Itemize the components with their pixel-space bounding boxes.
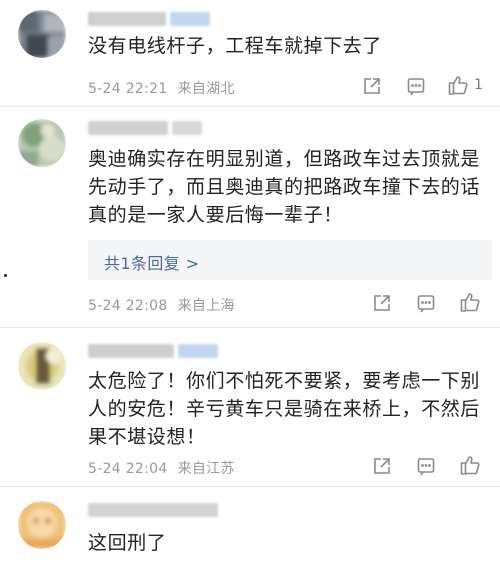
like-count: 1 — [474, 77, 483, 93]
view-replies-link[interactable]: 共1条回复 > — [104, 250, 199, 274]
thumbs-up-icon[interactable] — [458, 290, 482, 314]
comment-meta: 5-24 22:21 来自湖北 — [88, 78, 245, 98]
share-icon[interactable] — [370, 291, 394, 315]
username-redacted — [88, 12, 166, 26]
comment-time: 5-24 22:21 — [88, 81, 168, 97]
user-badge-redacted — [170, 12, 210, 26]
comment-item: 太危险了！你们不怕死不要紧，要考虑一下别人的安危！辛亏黄车只是骑在来桥上，不然后… — [0, 328, 500, 486]
comment-meta: 5-24 22:04 来自江苏 — [88, 458, 245, 478]
comment-time: 5-24 22:08 — [88, 298, 168, 314]
username-redacted — [88, 121, 168, 135]
comment-location: 来自江苏 — [177, 461, 235, 477]
stray-mark — [4, 274, 7, 277]
user-badge-redacted — [178, 344, 218, 358]
share-icon[interactable] — [370, 454, 394, 478]
comment-time: 5-24 22:04 — [88, 461, 168, 477]
share-icon[interactable] — [360, 74, 384, 98]
avatar[interactable] — [18, 501, 66, 549]
comment-item: 奥迪确实存在明显别道，但路政车过去顶就是先动手了，而且奥迪真的把路政车撞下去的话… — [0, 107, 500, 327]
comment-location: 来自湖北 — [177, 81, 235, 97]
avatar[interactable] — [18, 119, 66, 167]
comment-location: 来自上海 — [177, 298, 235, 314]
thumbs-up-icon[interactable] — [458, 453, 482, 477]
comment-meta: 5-24 22:08 来自上海 — [88, 295, 245, 315]
more-icon[interactable] — [414, 291, 438, 315]
comment-item: 这回刑了 — [0, 487, 500, 564]
comment-text: 太危险了！你们不怕死不要紧，要考虑一下别人的安危！辛亏黄车只是骑在来桥上，不然后… — [88, 370, 481, 448]
more-icon[interactable] — [404, 74, 428, 98]
comment-item: 没有电线杆子，工程车就掉下去了 5-24 22:21 来自湖北 1 — [0, 0, 500, 106]
username-redacted — [88, 344, 174, 358]
comment-text: 没有电线杆子，工程车就掉下去了 — [88, 35, 383, 57]
reply-box[interactable]: 共1条回复 > — [88, 240, 492, 280]
user-badge-redacted — [172, 121, 202, 135]
comment-text: 奥迪确实存在明显别道，但路政车过去顶就是先动手了，而且奥迪真的把路政车撞下去的话… — [88, 148, 481, 226]
avatar[interactable] — [18, 342, 66, 390]
more-icon[interactable] — [414, 454, 438, 478]
avatar[interactable] — [18, 10, 66, 58]
thumbs-up-icon[interactable] — [446, 73, 470, 97]
username-redacted — [88, 503, 218, 517]
comment-text: 这回刑了 — [88, 532, 167, 554]
